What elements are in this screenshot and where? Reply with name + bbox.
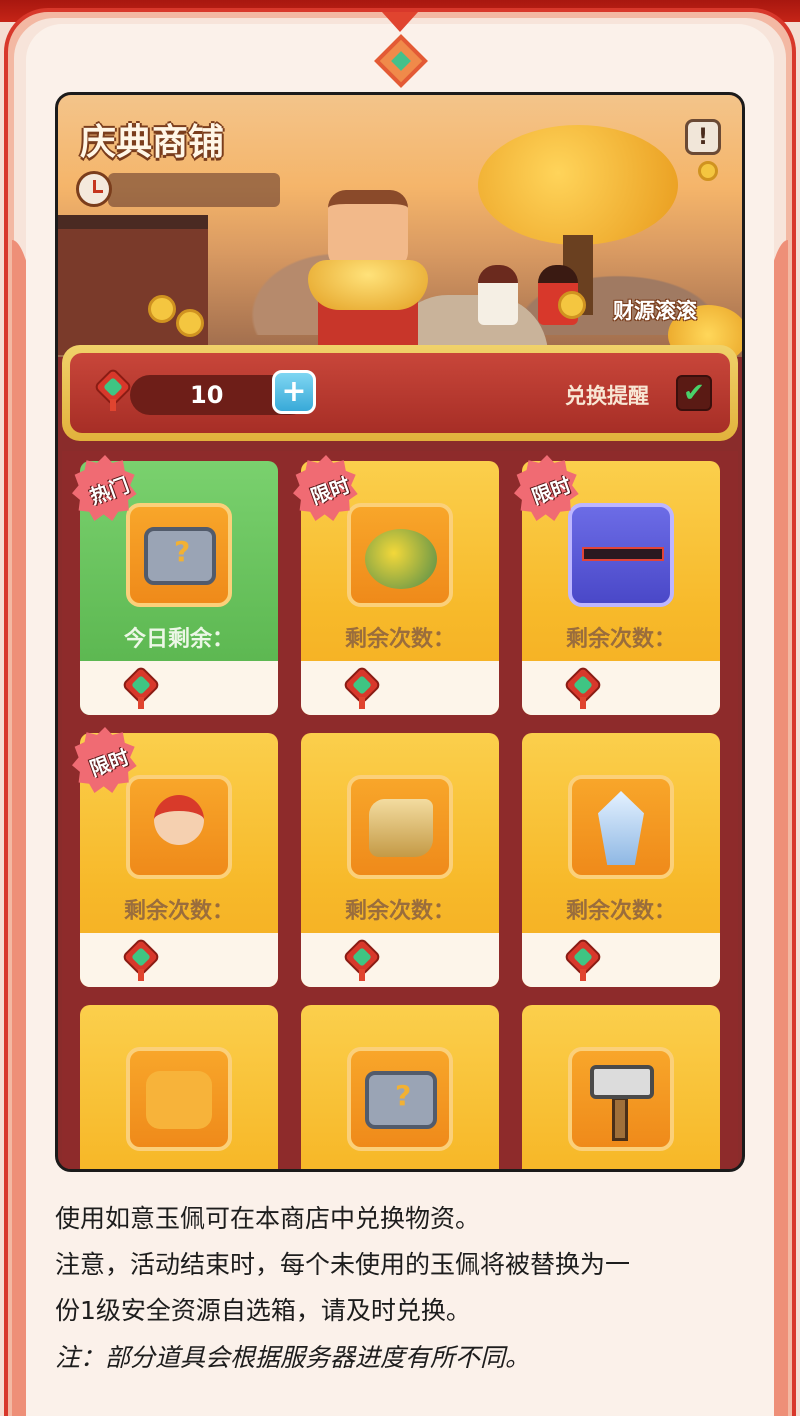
- item-price-footer: [522, 933, 720, 987]
- shop-item-card[interactable]: [301, 1005, 499, 1169]
- ship-skin-icon: [582, 547, 664, 561]
- currency-bar: 10 + 兑换提醒 ✔: [62, 345, 738, 441]
- banner-character-girl: [478, 265, 518, 325]
- shop-screenshot: 庆典商铺 ! 财源滚滚 10 + 兑换提醒 ✔ 今日剩余： 热门: [55, 92, 745, 1172]
- item-thumbnail: [347, 503, 453, 607]
- shop-item-card[interactable]: 剩余次数： 限时: [514, 455, 720, 715]
- shop-item-card[interactable]: [80, 1005, 278, 1169]
- description-line: 注意，活动结束时，每个未使用的玉佩将被替换为一: [55, 1250, 631, 1279]
- chest-icon: [365, 1071, 437, 1129]
- character-icon: [154, 795, 204, 845]
- item-count-label: 剩余次数：: [344, 899, 455, 924]
- currency-bar-inner: 10 + 兑换提醒 ✔: [70, 353, 730, 433]
- money-tree-icon: [478, 125, 678, 245]
- item-price-footer: [522, 661, 720, 715]
- crystal-icon: [598, 791, 644, 865]
- shop-banner: 庆典商铺 ! 财源滚滚: [58, 95, 742, 365]
- island-decoration-icon: [365, 529, 437, 589]
- gold-ore-icon: [369, 799, 433, 857]
- shop-item-card[interactable]: 剩余次数：: [522, 733, 720, 987]
- jade-pendant-icon: [121, 937, 161, 981]
- hammer-handle: [612, 1097, 628, 1141]
- item-thumbnail: [126, 1047, 232, 1151]
- item-price-footer: [80, 933, 278, 987]
- jade-amount: 10: [190, 381, 224, 409]
- item-price-footer: [301, 661, 499, 715]
- gold-ingot-icon: [308, 260, 428, 310]
- shop-item-card[interactable]: 剩余次数： 限时: [293, 455, 499, 715]
- item-thumbnail: [347, 1047, 453, 1151]
- item-count-label: 剩余次数：: [344, 627, 455, 652]
- coin-icon: [148, 295, 176, 323]
- banner-caption: 财源滚滚: [613, 299, 697, 323]
- description-text: 使用如意玉佩可在本商店中兑换物资。 注意，活动结束时，每个未使用的玉佩将被替换为…: [55, 1196, 755, 1334]
- jade-pendant-icon: [563, 665, 603, 709]
- item-thumbnail: [568, 1047, 674, 1151]
- exchange-reminder-checkbox[interactable]: ✔: [676, 375, 712, 411]
- add-jade-button[interactable]: +: [272, 370, 316, 414]
- jade-pendant-icon: [93, 367, 133, 411]
- shop-title: 庆典商铺: [80, 122, 225, 163]
- item-thumbnail: [568, 775, 674, 879]
- countdown-bar: [108, 173, 280, 207]
- shop-item-grid: 今日剩余： 热门 剩余次数： 限时 剩余次数： 限时: [62, 451, 738, 1169]
- jade-pendant-icon: [342, 665, 382, 709]
- item-thumbnail: [126, 503, 232, 607]
- exchange-reminder-label: 兑换提醒: [565, 384, 649, 408]
- description-line: 份1级安全资源自选箱，请及时兑换。: [55, 1296, 471, 1325]
- chest-icon: [144, 527, 216, 585]
- clock-icon: [76, 171, 112, 207]
- item-count-label: 剩余次数：: [123, 899, 234, 924]
- hammer-icon: [590, 1065, 654, 1099]
- server-note: 注：部分道具会根据服务器进度有所不同。: [55, 1343, 531, 1372]
- item-thumbnail: [347, 775, 453, 879]
- item-count-label: 剩余次数：: [565, 627, 676, 652]
- shop-item-card[interactable]: 剩余次数： 限时: [72, 727, 278, 987]
- coin-icon: [698, 161, 718, 181]
- item-count-label: 今日剩余：: [123, 627, 234, 652]
- item-thumbnail: [568, 503, 674, 607]
- shop-item-card[interactable]: 剩余次数：: [301, 733, 499, 987]
- coin-icon: [558, 291, 586, 319]
- hero-head: [328, 190, 408, 270]
- banner-hero-character: [308, 190, 428, 360]
- item-thumbnail: [126, 775, 232, 879]
- item-count-label: 剩余次数：: [565, 899, 676, 924]
- item-price-footer: [80, 661, 278, 715]
- jade-pendant-icon: [342, 937, 382, 981]
- description-line: 使用如意玉佩可在本商店中兑换物资。: [55, 1204, 481, 1233]
- jade-pendant-icon: [563, 937, 603, 981]
- puzzle-piece-icon: [146, 1071, 212, 1129]
- info-button[interactable]: !: [685, 119, 721, 155]
- shop-item-card[interactable]: [522, 1005, 720, 1169]
- coin-icon: [176, 309, 204, 337]
- shop-item-card[interactable]: 今日剩余： 热门: [72, 455, 278, 715]
- jade-pendant-icon: [121, 665, 161, 709]
- item-price-footer: [301, 933, 499, 987]
